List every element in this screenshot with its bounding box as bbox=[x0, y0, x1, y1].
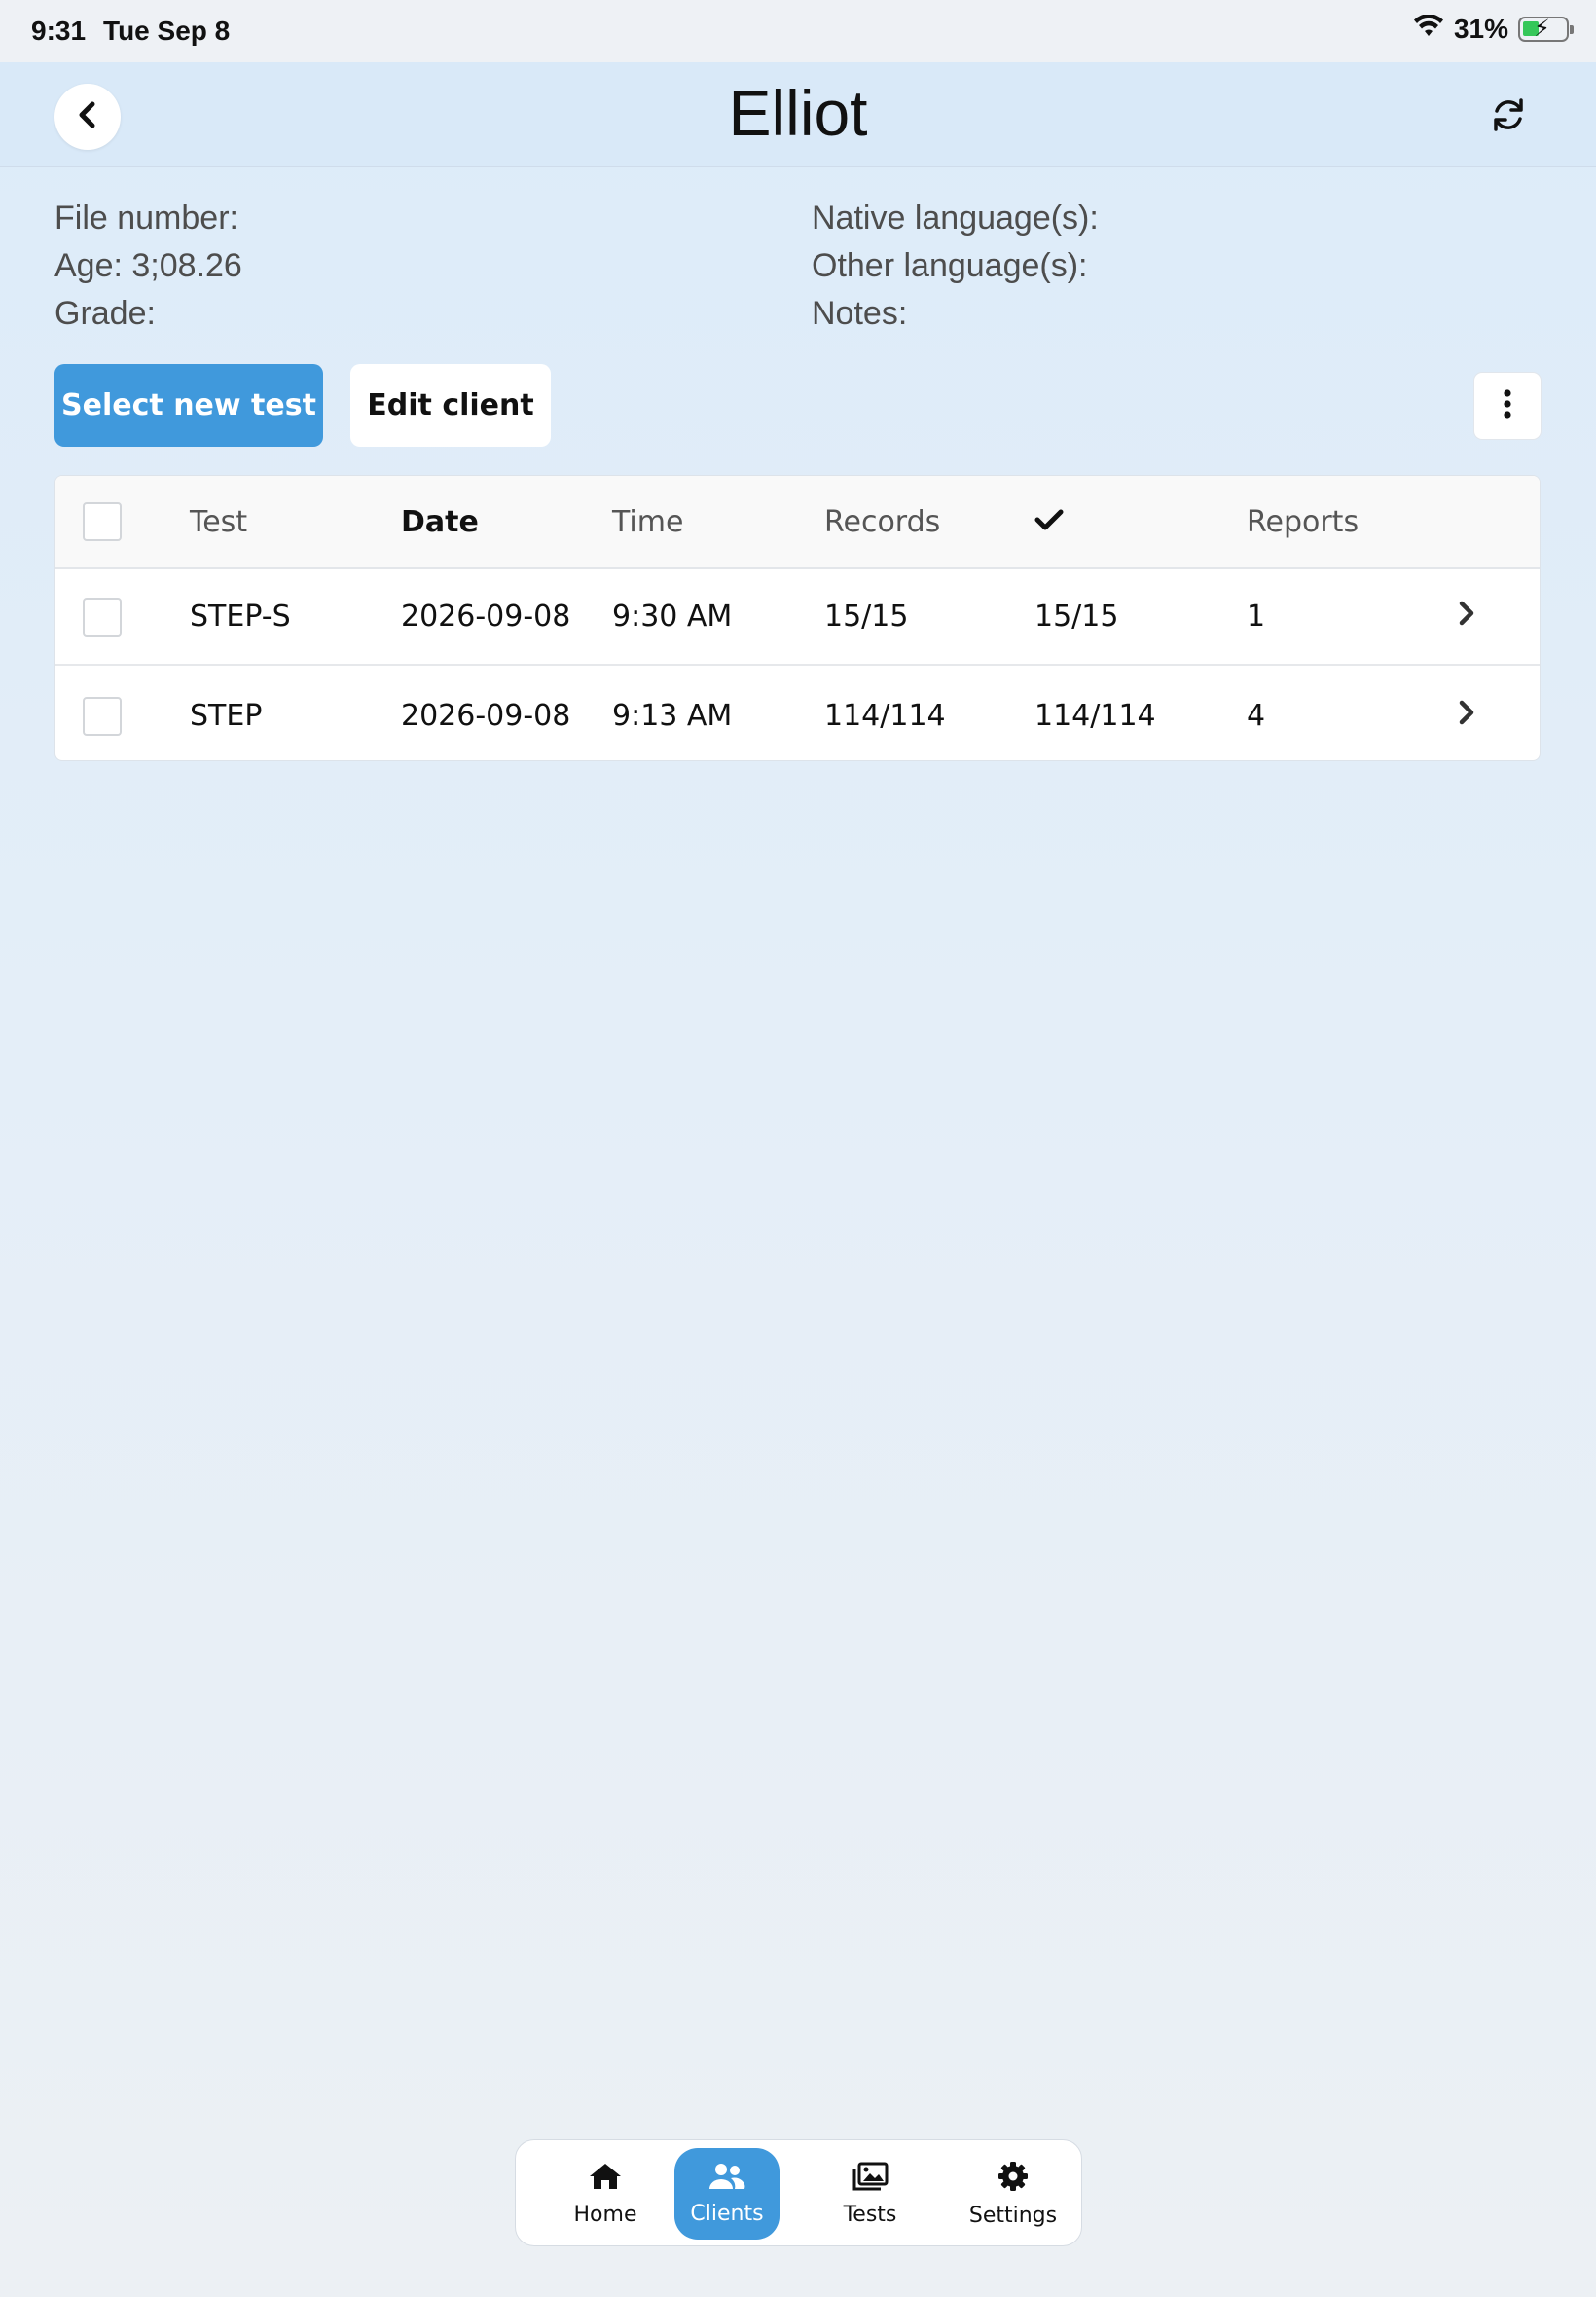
file-number-label: File number: bbox=[54, 200, 238, 237]
header-test[interactable]: Test bbox=[190, 476, 247, 567]
checkmark-icon bbox=[1034, 505, 1064, 539]
row-date: 2026-09-08 bbox=[401, 699, 571, 733]
tab-settings-label: Settings bbox=[968, 2203, 1058, 2228]
row-open-button[interactable] bbox=[1457, 569, 1476, 664]
row-open-button[interactable] bbox=[1457, 668, 1476, 760]
row-records: 15/15 bbox=[824, 600, 909, 634]
header-date[interactable]: Date bbox=[401, 476, 479, 567]
refresh-icon bbox=[1489, 95, 1528, 139]
row-checkbox[interactable] bbox=[83, 597, 122, 637]
row-completed: 15/15 bbox=[1034, 600, 1119, 634]
tab-settings[interactable]: Settings bbox=[961, 2148, 1066, 2240]
header-time[interactable]: Time bbox=[612, 476, 683, 567]
select-all-checkbox[interactable] bbox=[83, 502, 122, 541]
more-vertical-icon bbox=[1503, 388, 1512, 423]
chevron-right-icon bbox=[1457, 600, 1476, 635]
row-records: 114/114 bbox=[824, 699, 946, 733]
tests-table: Test Date Time Records Reports STEP-S 20… bbox=[54, 475, 1541, 761]
client-info-right: Native language(s): Other language(s): N… bbox=[812, 195, 1099, 338]
row-time: 9:30 AM bbox=[612, 600, 733, 634]
tab-home[interactable]: Home bbox=[553, 2148, 658, 2240]
battery-icon: ⚡ bbox=[1518, 16, 1574, 42]
tab-tests[interactable]: Tests bbox=[817, 2148, 923, 2240]
tab-clients-label: Clients bbox=[690, 2201, 764, 2226]
chevron-right-icon bbox=[1457, 699, 1476, 734]
table-row[interactable]: STEP 2026-09-08 9:13 AM 114/114 114/114 … bbox=[55, 668, 1540, 760]
bottom-tab-bar: Home Clients Tests Settings bbox=[515, 2139, 1082, 2246]
table-header: Test Date Time Records Reports bbox=[55, 476, 1540, 569]
row-checkbox[interactable] bbox=[83, 696, 122, 736]
notes-label: Notes: bbox=[812, 295, 908, 332]
row-date: 2026-09-08 bbox=[401, 600, 571, 634]
row-time: 9:13 AM bbox=[612, 699, 733, 733]
other-languages-label: Other language(s): bbox=[812, 247, 1088, 284]
page-title: Elliot bbox=[728, 77, 868, 149]
grade-label: Grade: bbox=[54, 295, 156, 332]
header-completed[interactable] bbox=[1034, 476, 1064, 567]
more-options-button[interactable] bbox=[1474, 373, 1541, 439]
users-icon bbox=[707, 2163, 746, 2196]
tab-clients[interactable]: Clients bbox=[674, 2148, 780, 2240]
age-label: Age: 3;08.26 bbox=[54, 247, 242, 284]
status-date: Tue Sep 8 bbox=[103, 16, 231, 46]
row-reports: 4 bbox=[1247, 699, 1266, 733]
row-test: STEP-S bbox=[190, 600, 291, 634]
header: Elliot bbox=[0, 62, 1596, 167]
battery-percent: 31% bbox=[1453, 14, 1508, 44]
refresh-button[interactable] bbox=[1475, 84, 1542, 150]
header-reports[interactable]: Reports bbox=[1247, 476, 1359, 567]
tab-home-label: Home bbox=[573, 2202, 637, 2227]
status-indicators: 31% ⚡ bbox=[1413, 14, 1574, 45]
images-icon bbox=[852, 2162, 889, 2197]
tab-tests-label: Tests bbox=[843, 2202, 897, 2227]
wifi-icon bbox=[1413, 14, 1444, 45]
select-new-test-button[interactable]: Select new test bbox=[54, 364, 323, 447]
status-bar: 9:31 Tue Sep 8 31% ⚡ bbox=[0, 0, 1596, 62]
client-info-left: File number: Age: 3;08.26 Grade: bbox=[54, 195, 242, 338]
gear-icon bbox=[998, 2161, 1029, 2198]
row-reports: 1 bbox=[1247, 600, 1266, 634]
home-icon bbox=[588, 2162, 623, 2197]
table-row[interactable]: STEP-S 2026-09-08 9:30 AM 15/15 15/15 1 bbox=[55, 569, 1540, 666]
header-records[interactable]: Records bbox=[824, 476, 940, 567]
edit-client-button[interactable]: Edit client bbox=[350, 364, 551, 447]
status-time: 9:31 bbox=[31, 16, 87, 46]
row-completed: 114/114 bbox=[1034, 699, 1156, 733]
row-test: STEP bbox=[190, 699, 263, 733]
native-languages-label: Native language(s): bbox=[812, 200, 1099, 237]
